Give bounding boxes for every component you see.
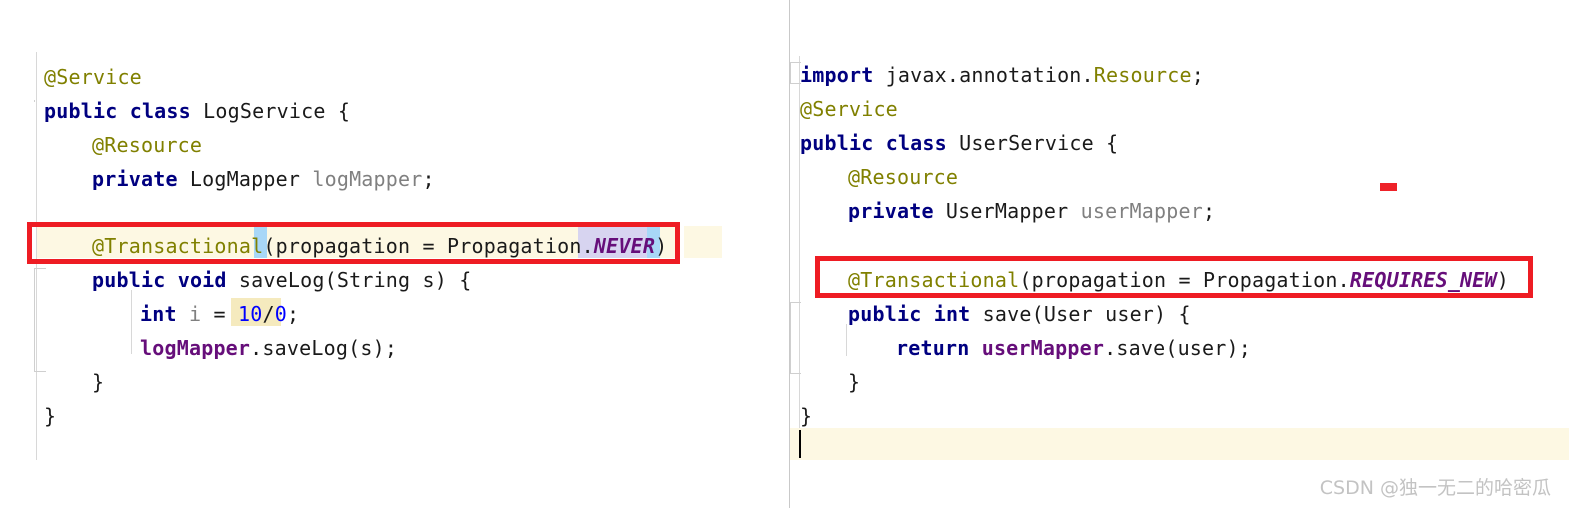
- indent-guide-left-method: [131, 290, 132, 354]
- annotation-box-requires-new: [815, 256, 1533, 298]
- fold-bracket-left-method[interactable]: [34, 268, 46, 372]
- token-local-i: i: [188, 302, 202, 326]
- code-line-right-4[interactable]: @Resource: [848, 160, 958, 194]
- code-line-right-9[interactable]: return userMapper.save(user);: [896, 331, 1251, 365]
- editor-pane-left[interactable]: @Service public class LogService { @Reso…: [0, 0, 790, 508]
- text-caret: [799, 430, 801, 458]
- token-call-savelog: .saveLog(s);: [250, 336, 398, 360]
- token-call-save: .save(user);: [1104, 336, 1252, 360]
- token-space-3: [177, 302, 189, 326]
- token-space-r1: [873, 131, 885, 155]
- token-keyword-public-r: public: [800, 131, 874, 155]
- token-keyword-public-2: public: [92, 268, 166, 292]
- current-line-highlight-left-tail: [684, 226, 722, 258]
- code-line-left-7[interactable]: public void saveLog(String s) {: [92, 263, 472, 297]
- token-field-usermapper: userMapper: [1080, 199, 1204, 223]
- token-keyword-private-r: private: [848, 199, 934, 223]
- token-keyword-private: private: [92, 167, 178, 191]
- token-field-ref-logmapper: logMapper: [140, 336, 251, 360]
- code-line-left-8[interactable]: int i = 10/0;: [140, 297, 299, 331]
- annotation-box-never: [27, 222, 680, 264]
- code-line-left-4[interactable]: private LogMapper logMapper;: [92, 162, 435, 196]
- token-import-resource: Resource: [1093, 63, 1192, 87]
- indent-guide-right-method: [846, 324, 847, 356]
- code-line-right-8[interactable]: public int save(User user) {: [848, 297, 1191, 331]
- token-number-10: 10: [237, 302, 263, 326]
- token-annotation-resource-r: @Resource: [848, 165, 959, 189]
- token-brace-close-class: }: [44, 404, 57, 428]
- fold-bracket-right-import[interactable]: [790, 62, 801, 84]
- code-line-right-3[interactable]: public class UserService {: [800, 126, 1118, 160]
- code-line-right-5[interactable]: private UserMapper userMapper;: [848, 194, 1215, 228]
- csdn-watermark: CSDN @独一无二的哈密瓜: [1319, 477, 1551, 499]
- token-space-r3: [969, 336, 981, 360]
- token-brace-close-method: }: [92, 370, 105, 394]
- current-line-highlight-right: [790, 428, 1569, 460]
- token-brace-close-class-r: }: [800, 404, 813, 428]
- token-type-logmapper: LogMapper: [177, 167, 313, 191]
- token-keyword-class: class: [129, 99, 191, 123]
- token-field-ref-usermapper: userMapper: [981, 336, 1105, 360]
- token-keyword-class-r: class: [885, 131, 947, 155]
- token-semicolon: ;: [422, 167, 435, 191]
- code-line-right-1[interactable]: import javax.annotation.Resource;: [800, 58, 1204, 92]
- token-semicolon-import: ;: [1191, 63, 1204, 87]
- token-keyword-return: return: [896, 336, 970, 360]
- code-line-left-2[interactable]: public class LogService {: [44, 94, 350, 128]
- token-semicolon-2: ;: [286, 302, 300, 326]
- token-package-path: javax.annotation.: [873, 63, 1094, 87]
- token-divide: /: [262, 302, 275, 326]
- code-line-left-3[interactable]: @Resource: [92, 128, 202, 162]
- code-line-left-11[interactable]: }: [44, 399, 56, 433]
- token-keyword-int-r: int: [933, 302, 971, 326]
- token-keyword-public: public: [44, 99, 118, 123]
- token-number-0: 0: [274, 302, 287, 326]
- fold-bracket-right-method[interactable]: [790, 302, 801, 374]
- token-method-savelog: saveLog(String s) {: [226, 268, 472, 292]
- token-keyword-public-r2: public: [848, 302, 922, 326]
- code-line-right-10[interactable]: }: [848, 365, 860, 399]
- token-semicolon-r: ;: [1203, 199, 1216, 223]
- token-brace-close-method-r: }: [848, 370, 861, 394]
- token-space-2: [165, 268, 177, 292]
- token-keyword-void: void: [177, 268, 227, 292]
- code-line-left-10[interactable]: }: [92, 365, 104, 399]
- editor-splitter[interactable]: [789, 0, 790, 508]
- code-line-right-2[interactable]: @Service: [800, 92, 898, 126]
- token-annotation-service: @Service: [44, 65, 142, 89]
- token-type-usermapper: UserMapper: [933, 199, 1081, 223]
- editor-pane-right[interactable]: import javax.annotation.Resource; @Servi…: [790, 0, 1569, 508]
- code-line-right-11[interactable]: }: [800, 399, 812, 433]
- token-keyword-import: import: [800, 63, 874, 87]
- token-keyword-int: int: [140, 302, 177, 326]
- token-class-name-userservice: UserService {: [946, 131, 1119, 155]
- token-method-save: save(User user) {: [970, 302, 1191, 326]
- token-class-name-logservice: LogService {: [190, 99, 351, 123]
- token-annotation-resource: @Resource: [92, 133, 203, 157]
- fold-bracket-left-class[interactable]: [34, 100, 35, 102]
- token-field-logmapper: logMapper: [312, 167, 423, 191]
- error-stripe-marker[interactable]: [1380, 183, 1397, 191]
- code-line-left-9[interactable]: logMapper.saveLog(s);: [140, 331, 397, 365]
- token-assign: =: [201, 302, 238, 326]
- token-annotation-service-r: @Service: [800, 97, 898, 121]
- token-space-r2: [921, 302, 933, 326]
- code-line-left-1[interactable]: @Service: [44, 60, 142, 94]
